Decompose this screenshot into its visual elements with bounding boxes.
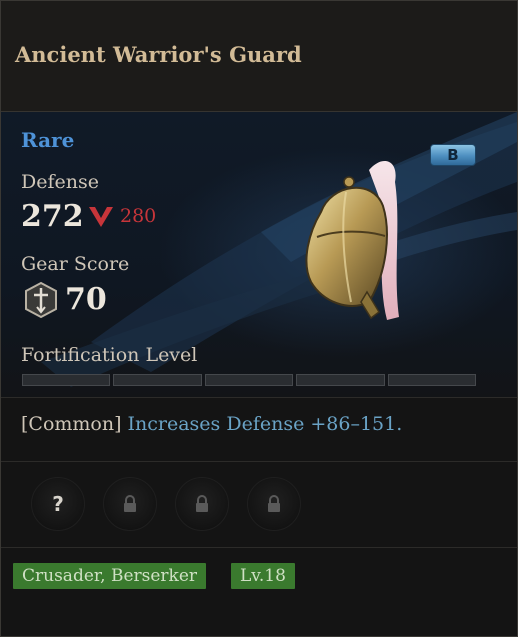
- gear-score-icon: [25, 281, 57, 319]
- socket-slot-locked[interactable]: [247, 477, 301, 531]
- item-name: Ancient Warrior's Guard: [15, 42, 302, 67]
- gear-score-label: Gear Score: [21, 253, 130, 275]
- socket-slot-unknown[interactable]: ?: [31, 477, 85, 531]
- fortification-segment: [387, 374, 477, 386]
- lock-icon: [124, 495, 136, 512]
- socket-slot-locked[interactable]: [103, 477, 157, 531]
- section-divider: [1, 547, 517, 548]
- class-requirement-tag: Crusader, Berserker: [13, 563, 207, 589]
- stat-decrease-arrow-icon: [89, 207, 113, 227]
- rarity-label: Rare: [21, 128, 75, 152]
- fortification-label: Fortification Level: [21, 344, 198, 366]
- effect-text: Increases Defense +86–151.: [127, 413, 403, 435]
- effect-tag: [Common]: [21, 413, 122, 435]
- level-requirement-tag: Lv.18: [231, 563, 295, 589]
- gear-score-row: 70: [23, 281, 143, 319]
- svg-text:?: ?: [52, 492, 64, 516]
- fortification-segment: [204, 374, 294, 386]
- section-divider: [1, 461, 517, 462]
- helmet-item-icon: [305, 160, 399, 320]
- item-tooltip: Ancient Warrior's Guard Rare B Defense 2…: [0, 0, 518, 637]
- defense-compare-value: 280: [120, 205, 157, 227]
- tooltip-header: Ancient Warrior's Guard: [1, 1, 517, 112]
- item-effect: [Common] Increases Defense +86–151.: [21, 413, 402, 435]
- grade-badge: B: [430, 144, 476, 166]
- gear-score-value: 70: [65, 282, 107, 317]
- fortification-bar: [22, 374, 477, 386]
- socket-row: ?: [31, 477, 331, 533]
- fortification-segment: [296, 374, 385, 386]
- stat-panel: Rare B Defense 272 280 Gear Score 70 For…: [1, 112, 517, 397]
- section-divider: [1, 397, 517, 398]
- fortification-segment: [22, 374, 111, 386]
- defense-label: Defense: [21, 171, 99, 193]
- lock-icon: [196, 495, 208, 512]
- fortification-segment: [113, 374, 202, 386]
- question-icon: ?: [52, 492, 64, 516]
- socket-slot-locked[interactable]: [175, 477, 229, 531]
- lock-icon: [268, 495, 280, 512]
- defense-value: 272: [21, 199, 84, 234]
